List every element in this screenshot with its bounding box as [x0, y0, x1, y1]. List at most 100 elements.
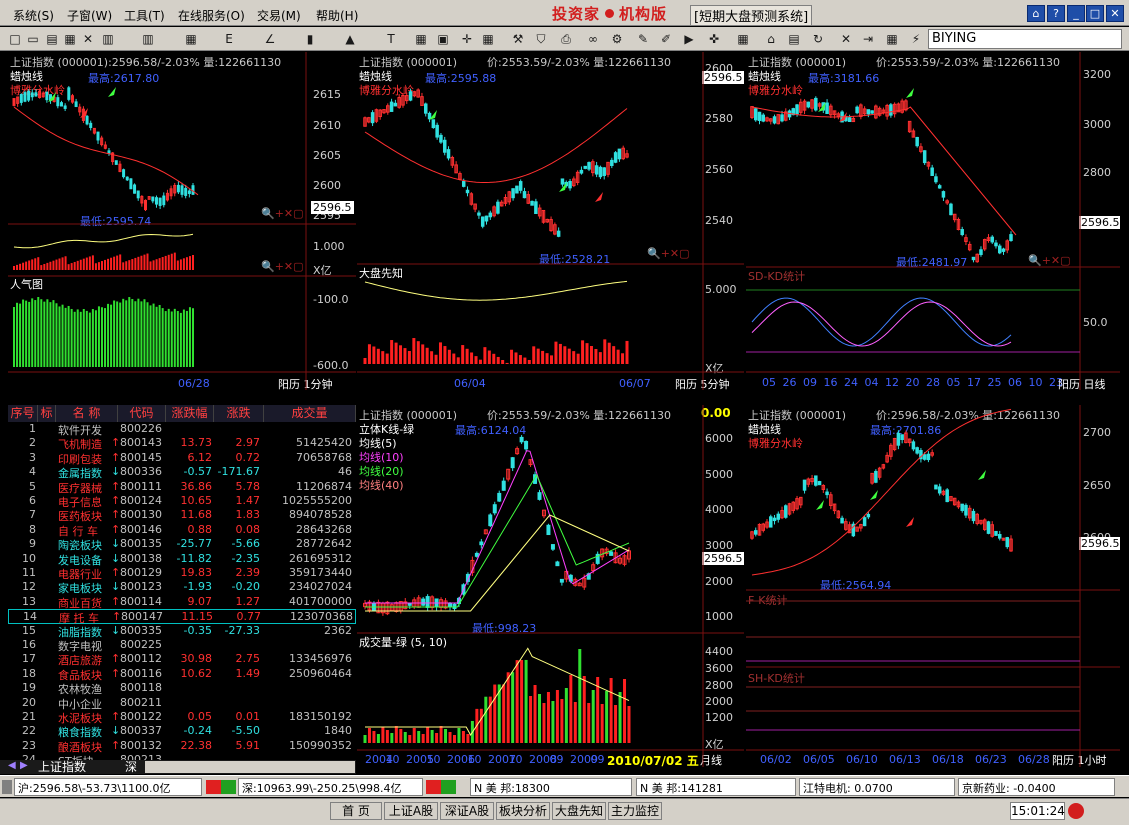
ticker-field-1[interactable]: N 美 邦:18300	[470, 778, 632, 796]
table-row[interactable]: 22 粮食指数 800337 -0.24 -5.50 1840 ↓	[8, 724, 356, 739]
tab-shanghai-index[interactable]: 上证指数	[38, 760, 86, 774]
table-row[interactable]: 11 电器行业 800129 19.83 2.39 359173440 ↑	[8, 566, 356, 581]
settings-icon[interactable]: ⚙	[609, 31, 625, 47]
help-icon[interactable]: ?	[1047, 5, 1065, 22]
ticker-field-3[interactable]: 江特电机: 0.0700	[799, 778, 955, 796]
horizontal-scrollbar[interactable]	[145, 761, 355, 773]
table-row[interactable]: 2 飞机制造 800143 13.73 2.97 51425420 ↑	[8, 436, 356, 451]
grid-icon[interactable]: ▦	[62, 31, 78, 47]
chart-icon[interactable]: ▤	[786, 31, 802, 47]
new-icon[interactable]: □	[7, 31, 23, 47]
chart-panel-1min[interactable]: 上证指数 (000001):2596.58/-2.03% 量:122661130…	[8, 52, 356, 390]
stock-code-input[interactable]: BIYING	[928, 29, 1122, 49]
change: 1.49	[235, 666, 261, 680]
menu-online[interactable]: 在线服务(O)	[178, 7, 245, 24]
close-window-icon[interactable]: ✕	[80, 31, 96, 47]
export-icon[interactable]: ⇥	[860, 31, 876, 47]
table-row[interactable]: 3 印刷包装 800145 6.12 0.72 70658768 ↑	[8, 451, 356, 466]
home-icon[interactable]: ⌂	[1027, 5, 1045, 22]
text-tool-icon[interactable]: T	[383, 31, 399, 47]
table-row[interactable]: 9 陶瓷板块 800135 -25.77 -5.66 28772642 ↓	[8, 537, 356, 552]
menu-tools[interactable]: 工具(T)	[124, 7, 165, 24]
col-header-chg[interactable]: 涨跌	[214, 405, 264, 422]
menu-help[interactable]: 帮助(H)	[316, 7, 358, 24]
chart-panel-monthly[interactable]: 上证指数 (000001) 价:2553.59/-2.03% 量:1226611…	[357, 405, 744, 767]
table-row[interactable]: 14 摩 托 车 800147 11.15 0.77 123070368 ↑	[8, 609, 356, 625]
target-icon[interactable]: ✜	[706, 31, 722, 47]
candle-icon[interactable]: ▥	[140, 31, 156, 47]
table-row[interactable]: 6 电子信息 800124 10.65 1.47 1025555200 ↑	[8, 494, 356, 509]
layout-icon[interactable]: ▤	[44, 31, 60, 47]
table-row[interactable]: 20 中小企业 800211	[8, 696, 356, 711]
ticker-field-2[interactable]: N 美 邦:141281	[636, 778, 796, 796]
house-icon[interactable]: ⌂	[763, 31, 779, 47]
refresh-icon[interactable]: ↻	[810, 31, 826, 47]
crosshair-icon[interactable]: ✛	[459, 31, 475, 47]
col-header-name[interactable]: 名 称	[56, 405, 118, 422]
table-row[interactable]: 4 金属指数 800336 -0.57 -171.67 46 ↓	[8, 465, 356, 480]
overlay-icon[interactable]: ▲	[342, 31, 358, 47]
tab-right-arrow-icon[interactable]: ▶	[20, 760, 28, 771]
main-force-button[interactable]: 主力监控	[608, 802, 662, 820]
sz-a-shares-button[interactable]: 深证A股	[440, 802, 494, 820]
link-icon[interactable]: ∞	[585, 31, 601, 47]
line-tool-icon[interactable]: ∠	[262, 31, 278, 47]
col-header-vol[interactable]: 成交量	[264, 405, 356, 422]
table-row[interactable]: 21 水泥板块 800122 0.05 0.01 183150192 ↑	[8, 710, 356, 725]
tab-shenzhen[interactable]: 深	[125, 760, 137, 774]
home-button[interactable]: 首 页	[330, 802, 382, 820]
close-button[interactable]: ✕	[1106, 5, 1124, 22]
tools-icon[interactable]: ⚒	[510, 31, 526, 47]
market-prophet-button[interactable]: 大盘先知	[552, 802, 606, 820]
tab-left-arrow-icon[interactable]: ◀	[8, 760, 16, 771]
indicator-icon[interactable]: Ε	[221, 31, 237, 47]
flash-icon[interactable]: ⚡	[908, 31, 924, 47]
volume-icon[interactable]: ▮	[302, 31, 318, 47]
keyboard-icon[interactable]: ▦	[735, 31, 751, 47]
chart-panel-5min[interactable]: 上证指数 (000001) 价:2553.59/-2.03% 量:1226611…	[357, 52, 744, 390]
table-row[interactable]: 15 油脂指数 800335 -0.35 -27.33 2362 ↓	[8, 624, 356, 639]
brush-icon[interactable]: ✐	[658, 31, 674, 47]
table-row[interactable]: 19 农林牧渔 800118	[8, 681, 356, 696]
sh-a-shares-button[interactable]: 上证A股	[384, 802, 438, 820]
table-row[interactable]: 23 酿酒板块 800132 22.38 5.91 150990352 ↑	[8, 739, 356, 754]
table-row[interactable]: 5 医疗器械 800111 36.86 5.78 11206874 ↑	[8, 480, 356, 495]
col-header-code[interactable]: 代码	[118, 405, 166, 422]
table-row[interactable]: 17 酒店旅游 800112 30.98 2.75 133456976 ↑	[8, 652, 356, 667]
menu-system[interactable]: 系统(S)	[13, 7, 54, 24]
table-row[interactable]: 8自 行 车 800146 0.88 0.08 28643268 ↑	[8, 523, 356, 538]
print-icon[interactable]: ⎙	[558, 31, 574, 47]
filter-icon[interactable]: ⛉	[533, 31, 549, 47]
menu-trade[interactable]: 交易(M)	[257, 7, 301, 24]
table-row[interactable]: 16 数字电视 800225	[8, 638, 356, 653]
col-header-flag[interactable]: 标	[38, 405, 56, 422]
chart-panel-hourly[interactable]: 上证指数 (000001) 价:2596.58/-2.03% 量:1226611…	[746, 405, 1120, 767]
minimize-button[interactable]: _	[1067, 5, 1085, 22]
excel-icon[interactable]: ✕	[838, 31, 854, 47]
table-row[interactable]: 1 软件开发 800226	[8, 422, 356, 437]
col-header-pct[interactable]: 涨跌幅	[166, 405, 214, 422]
sector-analysis-button[interactable]: 板块分析	[496, 802, 550, 820]
copy-icon[interactable]: ▣	[435, 31, 451, 47]
window-grid-icon[interactable]: ▦	[480, 31, 496, 47]
col-header-no[interactable]: 序号	[8, 405, 38, 422]
table-icon[interactable]: ▦	[183, 31, 199, 47]
draw-icon[interactable]: ▦	[413, 31, 429, 47]
bars-icon[interactable]: ▥	[100, 31, 116, 47]
open-icon[interactable]: ▭	[25, 31, 41, 47]
volume-bar	[176, 260, 179, 270]
popularity-bar	[76, 309, 79, 367]
menu-subwindow[interactable]: 子窗(W)	[67, 7, 112, 24]
table-row[interactable]: 18 食品板块 800116 10.62 1.49 250960464 ↑	[8, 666, 356, 682]
pen-icon[interactable]: ✎	[635, 31, 651, 47]
table-row[interactable]: 10 发电设备 800138 -11.82 -2.35 261695312 ↓	[8, 552, 356, 567]
chart-panel-daily[interactable]: 上证指数 (000001) 价:2553.59/-2.03% 量:1226611…	[746, 52, 1120, 390]
calc-icon[interactable]: ▦	[884, 31, 900, 47]
alarm-icon[interactable]	[1068, 803, 1084, 819]
maximize-button[interactable]: □	[1086, 5, 1104, 22]
play-icon[interactable]: ▶	[681, 31, 697, 47]
table-row[interactable]: 7 医药板块 800130 11.68 1.83 894078528 ↑	[8, 508, 356, 523]
table-row[interactable]: 13 商业百货 800114 9.07 1.27 401700000 ↑	[8, 595, 356, 610]
table-row[interactable]: 12 家电板块 800123 -1.93 -0.20 234027024 ↓	[8, 580, 356, 595]
ticker-field-4[interactable]: 京新药业: -0.0400	[958, 778, 1115, 796]
